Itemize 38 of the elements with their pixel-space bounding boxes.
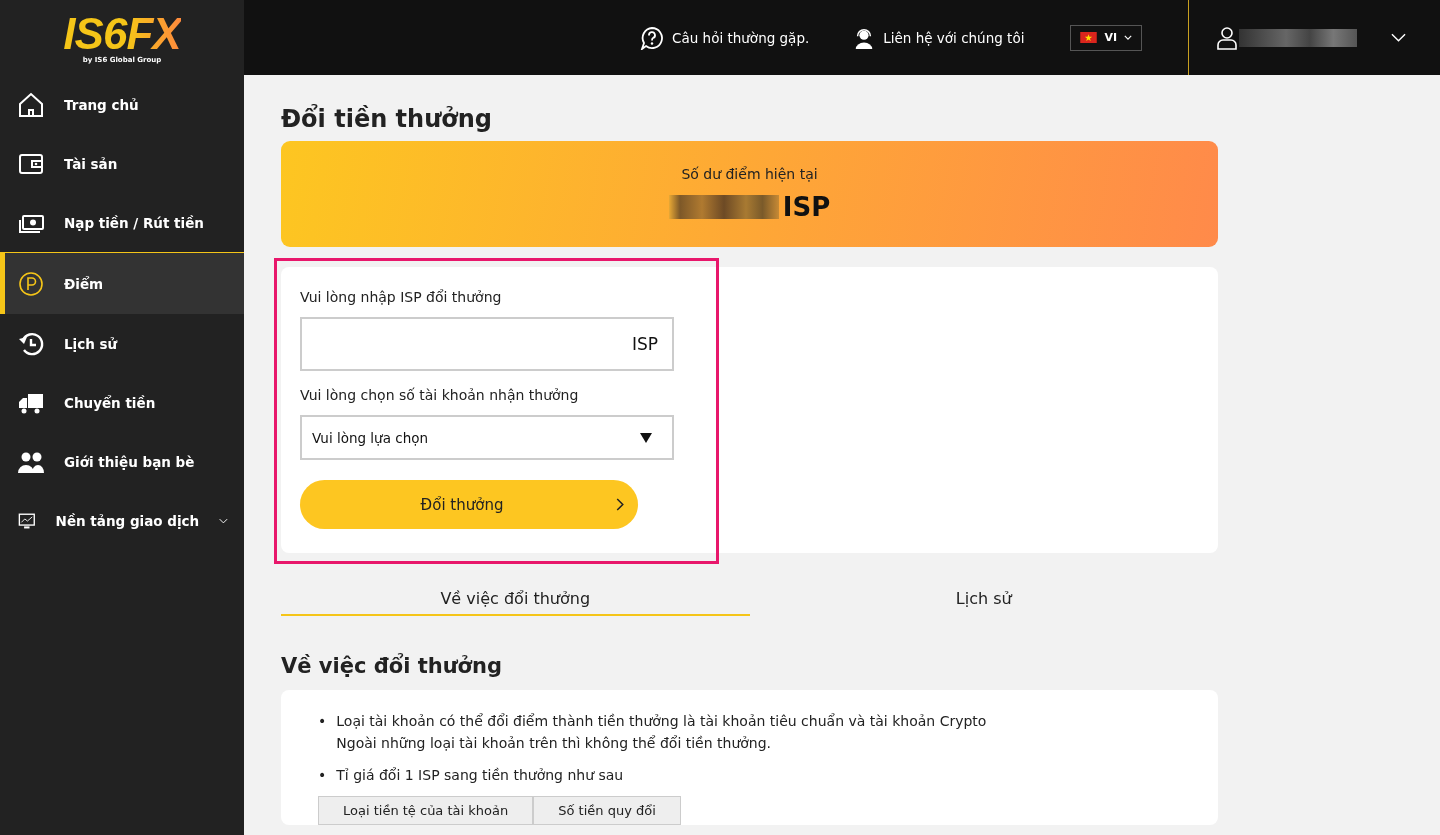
language-selector[interactable]: VI [1070,24,1142,51]
bullet-marker: • [318,766,327,785]
sidebar-item[interactable]: Tài sản [0,134,244,193]
history-icon [18,330,44,357]
sidebar-item[interactable]: Nạp tiền / Rút tiền [0,193,244,252]
sidebar-item[interactable]: Lịch sử [0,314,244,373]
sidebar-item[interactable]: Điểm [0,252,244,314]
caret-icon [1124,35,1132,40]
bullet-text: Loại tài khoản có thể đổi điểm thành tiền thưởng là tài khoản tiêu chuẩn và tài khoản Crypto Ngoài những loại tài khoản trên thì không thể đổi tiền thưởng. [336,712,987,753]
bullet-text: Tỉ giá đổi 1 ISP sang tiền thưởng như sau [336,766,624,785]
chevron-down-icon[interactable] [1391,33,1406,42]
tab[interactable]: Về việc đổi thưởng [281,589,750,616]
home-icon [18,91,44,118]
field-label: Vui lòng nhập ISP đổi thưởng [300,289,503,305]
account-dropdown[interactable]: Vui lòng lựa chọn [300,415,674,460]
section-title: Về việc đổi thưởng [281,654,503,678]
points-icon [18,270,44,297]
table-header: Số tiền quy đổi [533,796,681,825]
sidebar-item[interactable]: Trang chủ [0,75,244,134]
page-title: Đổi tiền thưởng [281,105,493,133]
sidebar-item[interactable]: Giới thiệu bạn bè [0,432,244,491]
redeem-button[interactable]: Đổi thưởng [300,480,638,529]
table-header: Loại tiền tệ của tài khoản [318,796,534,825]
faq-link[interactable]: Câu hỏi thường gặp. [640,25,810,50]
balance-unit: ISP [782,192,831,222]
contact-link[interactable]: Liên hệ với chúng tôi [853,25,1025,50]
field-label: Vui lòng chọn số tài khoản nhận thưởng [300,387,580,403]
caret-icon [640,432,652,443]
flag-icon [1080,32,1098,43]
bullet-marker: • [318,712,327,731]
sidebar-item[interactable]: Chuyển tiền [0,373,244,432]
amount-field[interactable]: ISP [300,317,674,371]
sidebar-item[interactable]: Nền tảng giao dịch [0,491,244,550]
help-icon [640,25,665,50]
user-icon[interactable] [1217,25,1237,50]
chevron-right-icon [616,498,624,511]
tab[interactable]: Lịch sử [749,589,1218,616]
balance-label: Số dư điểm hiện tại [681,166,818,182]
